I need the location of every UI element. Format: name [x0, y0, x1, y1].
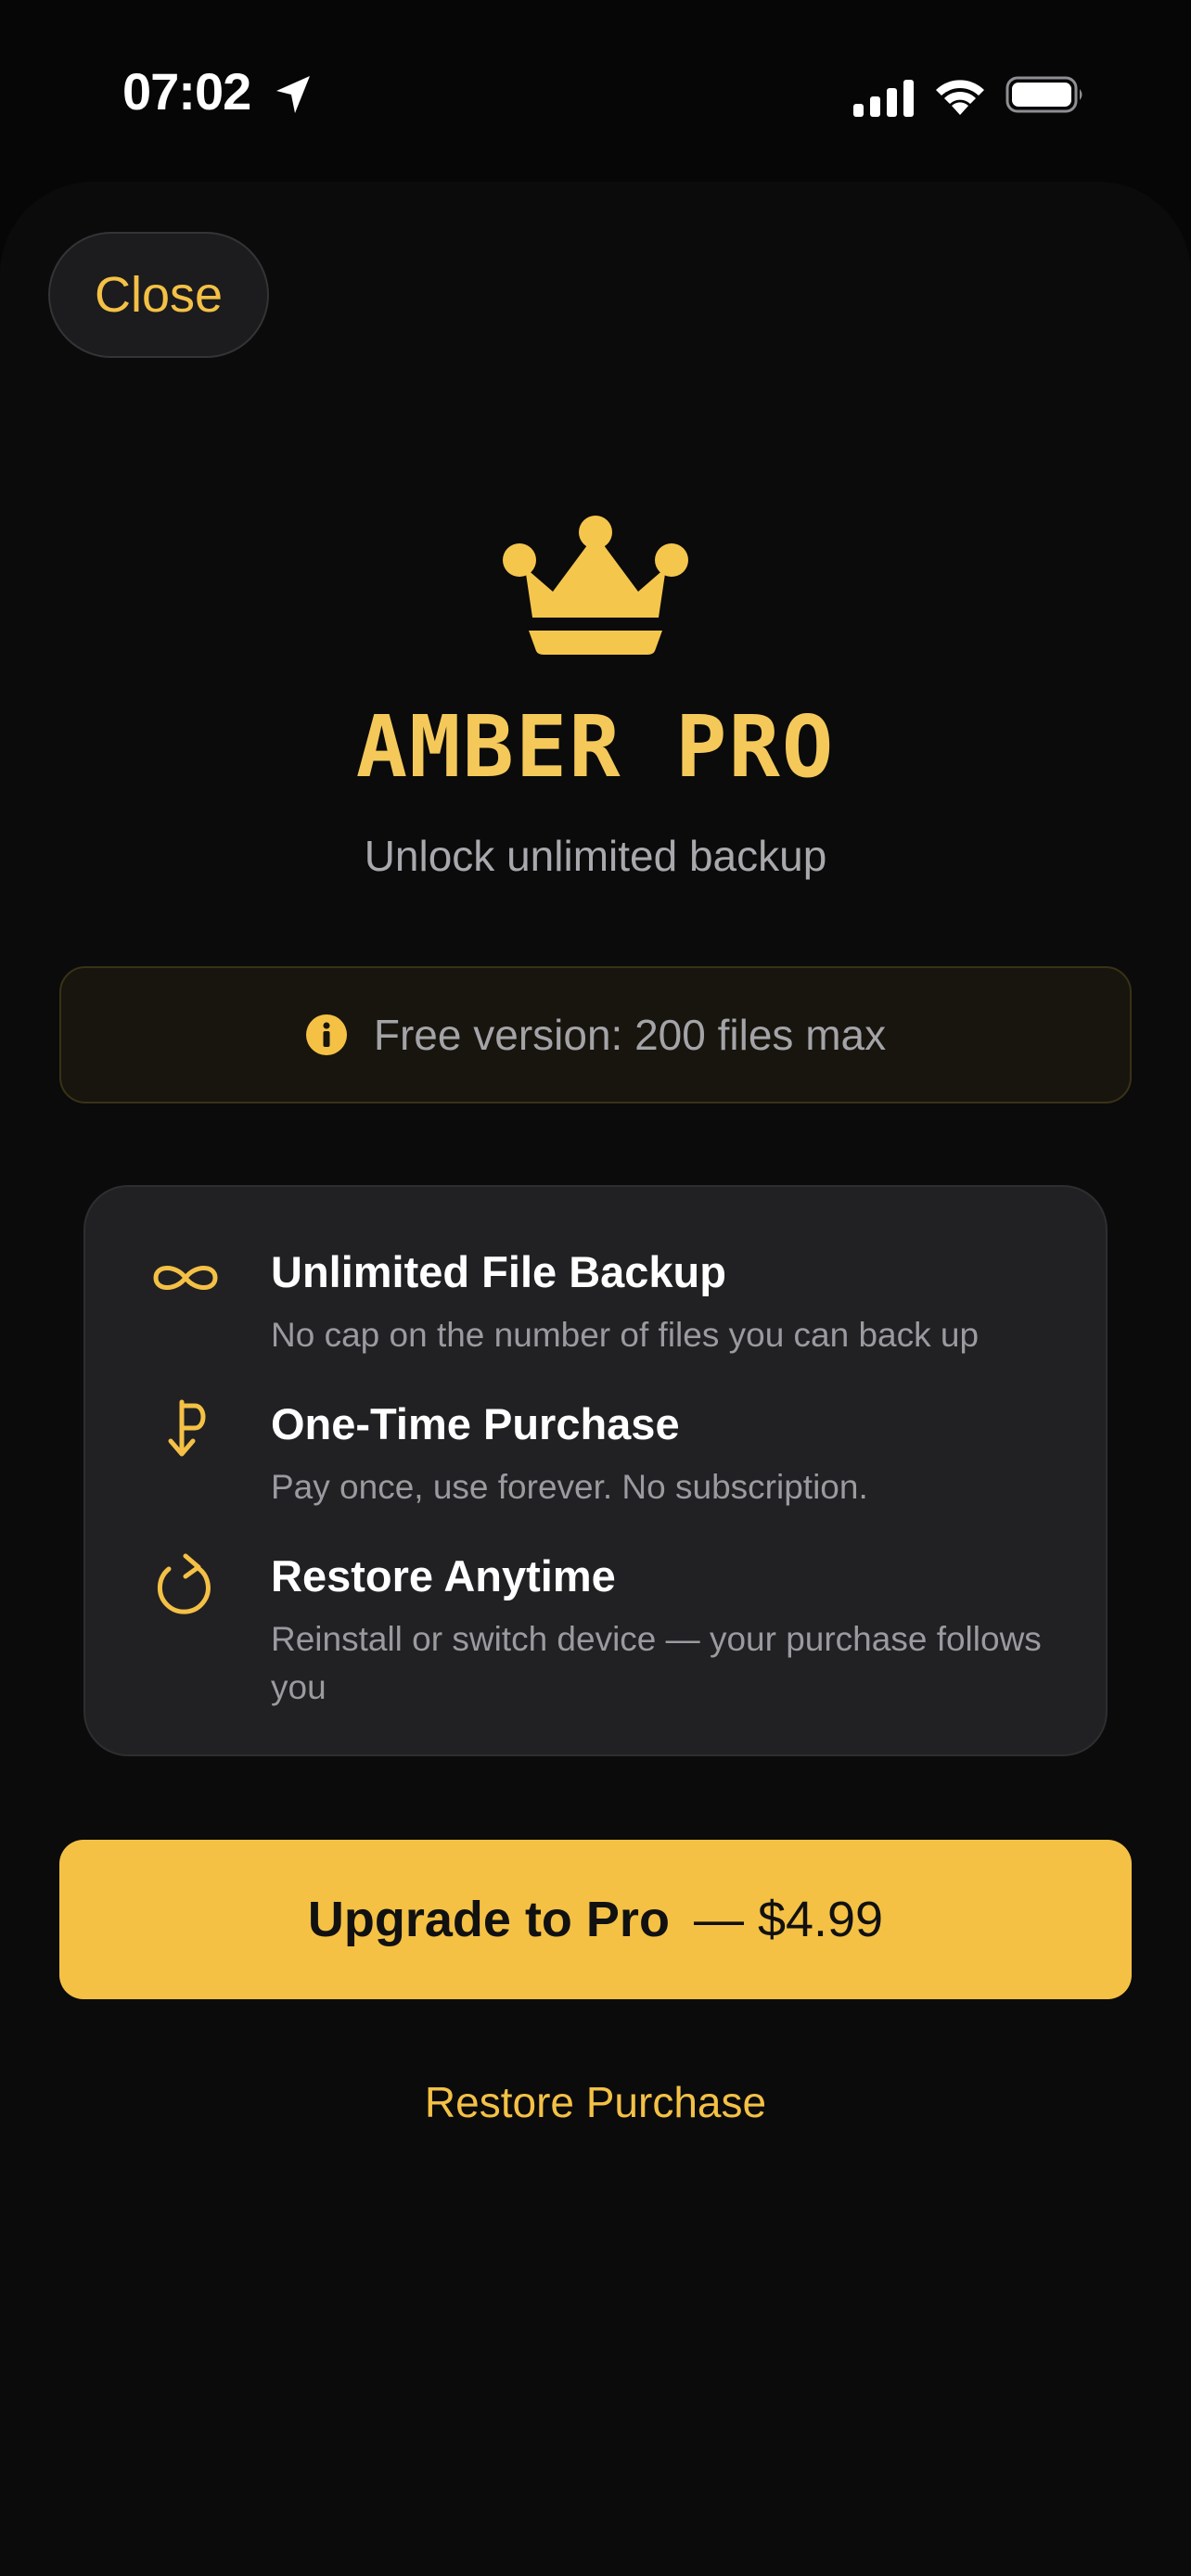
feature-description: Reinstall or switch device — your purcha…	[271, 1620, 1042, 1706]
app-subtitle: Unlock unlimited backup	[364, 832, 827, 880]
status-time: 07:02	[122, 62, 251, 121]
restore-arrow-icon	[157, 1553, 211, 1614]
info-icon	[305, 1014, 347, 1055]
infinity-icon	[153, 1266, 218, 1290]
feature-description: Pay once, use forever. No subscription.	[271, 1468, 868, 1506]
features-card: Unlimited File Backup No cap on the numb…	[83, 1185, 1108, 1756]
battery-icon	[1005, 76, 1082, 113]
notice-text: Free version: 200 files max	[373, 1011, 887, 1059]
upgrade-label: Upgrade to Pro	[307, 1892, 670, 1947]
one-time-payment-icon	[168, 1399, 206, 1457]
location-arrow-icon	[276, 76, 310, 113]
status-bar: 07:02	[0, 0, 1191, 185]
feature-title: Unlimited File Backup	[271, 1247, 726, 1296]
paywall-screen: 07:02 Close AMBER PRO Unlock unlimited b…	[0, 0, 1191, 2576]
upgrade-button[interactable]: Upgrade to Pro — $4.99	[59, 1840, 1132, 1999]
feature-title: Restore Anytime	[271, 1551, 616, 1600]
restore-purchase-link[interactable]: Restore Purchase	[0, 2077, 1191, 2127]
app-title: AMBER PRO	[355, 697, 836, 797]
upgrade-price: — $4.99	[693, 1892, 884, 1947]
cellular-signal-icon	[853, 80, 914, 117]
feature-title: One-Time Purchase	[271, 1399, 680, 1448]
free-limit-notice: Free version: 200 files max	[59, 966, 1132, 1103]
close-button[interactable]: Close	[48, 232, 269, 358]
wifi-icon	[936, 80, 984, 115]
feature-description: No cap on the number of files you can ba…	[271, 1316, 980, 1354]
crown-icon	[503, 516, 688, 655]
